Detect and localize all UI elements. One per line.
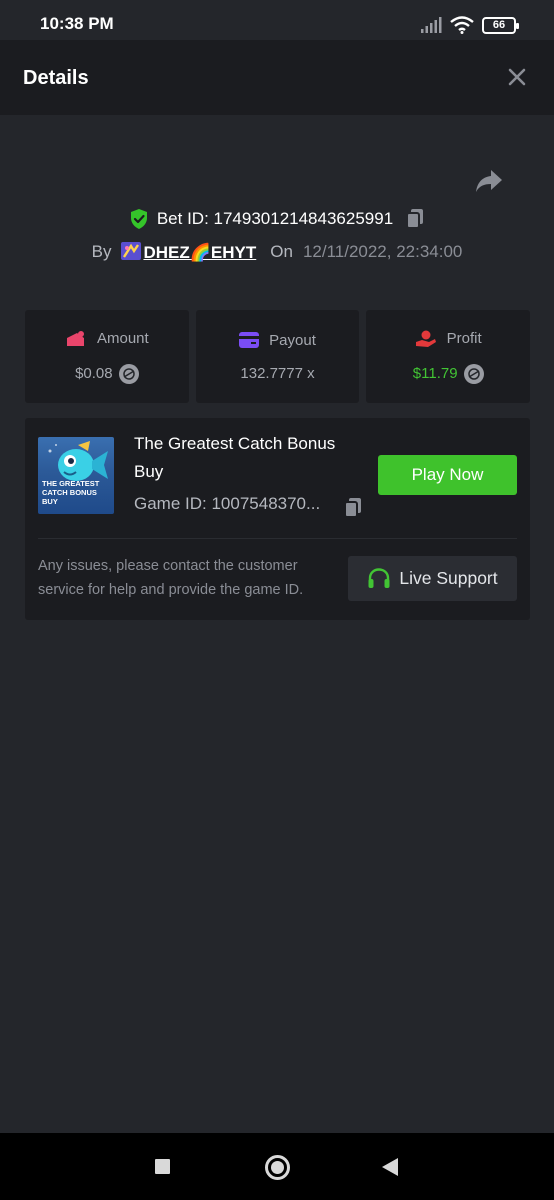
bet-id-row: Bet ID: 1749301214843625991 — [0, 206, 554, 232]
copy-icon[interactable] — [343, 497, 363, 519]
stat-profit-value: $11.79 — [412, 365, 458, 382]
game-card: THE GREATEST CATCH BONUS BUY The Greates… — [25, 418, 530, 620]
stat-amount-label: Amount — [96, 330, 149, 347]
back-icon[interactable] — [381, 1157, 399, 1177]
game-thumbnail-title: THE GREATEST CATCH BONUS BUY — [42, 479, 100, 506]
signal-icon — [421, 17, 442, 33]
payout-card-icon — [239, 332, 260, 348]
divider — [38, 538, 517, 539]
by-label: By — [91, 242, 112, 261]
avatar-icon — [121, 241, 142, 260]
on-label: On — [270, 242, 293, 261]
game-title: The Greatest Catch Bonus Buy — [134, 434, 336, 481]
page-title: Details — [23, 67, 89, 89]
status-time: 10:38 PM — [40, 14, 114, 33]
stat-payout-head: Payout — [239, 332, 316, 349]
wifi-icon — [450, 16, 474, 34]
close-icon[interactable] — [506, 66, 528, 88]
stat-payout: Payout 132.7777 x — [195, 310, 360, 403]
home-button[interactable] — [265, 1155, 290, 1180]
bet-date: 12/11/2022, 22:34:00 — [302, 242, 463, 261]
system-nav-bar — [0, 1133, 554, 1200]
headset-icon — [368, 567, 390, 588]
share-icon[interactable] — [474, 168, 504, 194]
stat-amount-value: $0.08 — [75, 365, 113, 382]
amount-icon — [66, 330, 84, 346]
help-text: Any issues, please contact the customer … — [38, 558, 304, 598]
live-support-label: Live Support — [399, 568, 498, 588]
stat-amount: Amount $0.08 — [25, 310, 189, 403]
stat-payout-value: 132.7777 x — [240, 364, 315, 382]
stat-payout-label: Payout — [269, 331, 316, 349]
status-bar: 10:38 PM 66 — [0, 0, 554, 44]
battery-level: 66 — [492, 19, 506, 31]
copy-icon[interactable] — [405, 208, 425, 230]
game-id: Game ID: 1007548370... — [134, 494, 321, 513]
play-now-button[interactable]: Play Now — [378, 455, 517, 495]
stat-amount-head: Amount — [65, 330, 149, 348]
profit-hand-icon — [415, 330, 436, 347]
game-thumbnail[interactable]: THE GREATEST CATCH BONUS BUY — [38, 437, 114, 514]
stat-profit-head: Profit — [415, 330, 482, 348]
coin-icon — [118, 363, 139, 384]
battery-icon: 66 — [482, 16, 519, 34]
stat-profit-value-row: $11.79 — [412, 363, 484, 384]
live-support-button[interactable]: Live Support — [348, 556, 517, 601]
stat-amount-value-row: $0.08 — [75, 363, 139, 384]
bet-owner-row: By DHEZ🌈EHYT On 12/11/2022, 22:34:00 — [0, 239, 554, 265]
coin-icon — [463, 363, 484, 384]
stat-payout-value-row: 132.7777 x — [240, 365, 314, 382]
stat-profit-label: Profit — [446, 330, 482, 347]
header: Details — [0, 40, 554, 115]
recents-button[interactable] — [155, 1159, 170, 1174]
username-link[interactable]: DHEZ🌈EHYT — [121, 241, 257, 263]
bet-stats: Amount $0.08 Payout 132.7777 x Profit $1… — [25, 310, 531, 403]
status-icons: 66 — [420, 14, 519, 36]
username: DHEZ🌈EHYT — [143, 242, 257, 262]
stat-profit: Profit $11.79 — [366, 310, 531, 403]
bet-id: Bet ID: 1749301214843625991 — [156, 209, 394, 228]
shield-check-icon — [130, 209, 147, 229]
